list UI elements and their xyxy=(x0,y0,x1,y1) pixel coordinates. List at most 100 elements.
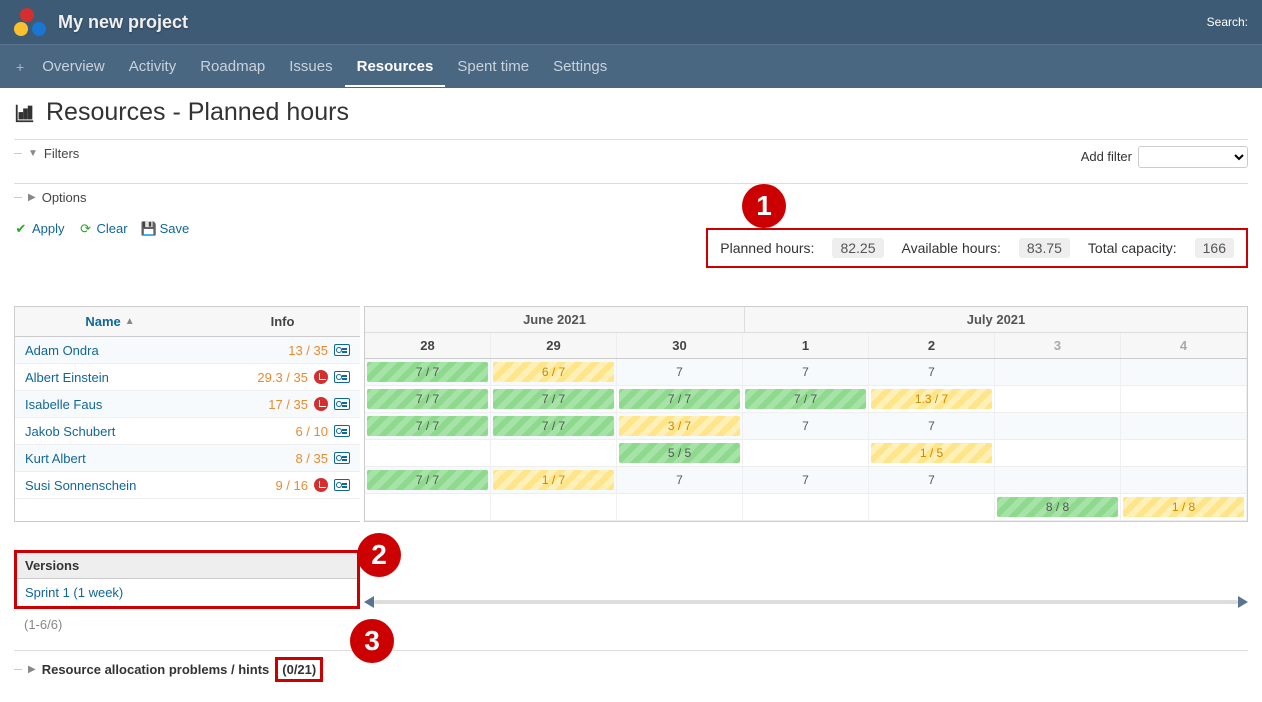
user-link[interactable]: Adam Ondra xyxy=(25,343,205,358)
timeline-cell: 7 xyxy=(743,359,869,385)
disk-icon: 💾 xyxy=(142,222,156,236)
planned-label: Planned hours: xyxy=(720,240,814,256)
user-row: Isabelle Faus 17 / 35 xyxy=(15,391,360,418)
timeline-cell xyxy=(1121,359,1247,385)
timeline-cell[interactable]: 7 / 7 xyxy=(365,359,491,385)
pagination-info: (1-6/6) xyxy=(14,609,1248,640)
chart-icon xyxy=(14,102,36,124)
timeline-grid: June 2021July 2021 2829301234 7 / 76 / 7… xyxy=(364,306,1248,522)
search-label: Search: xyxy=(1207,15,1248,29)
timeline-cell[interactable]: 8 / 8 xyxy=(995,494,1121,520)
project-title[interactable]: My new project xyxy=(58,12,188,33)
user-ratio: 29.3 / 35 xyxy=(257,370,308,385)
timeline-cell[interactable]: 1.3 / 7 xyxy=(869,386,995,412)
month-header: June 2021 xyxy=(365,307,745,332)
timeline-cell xyxy=(1121,386,1247,412)
capacity-value: 166 xyxy=(1195,238,1234,258)
day-header: 28 xyxy=(365,333,491,358)
reload-icon: ⟳ xyxy=(79,222,93,236)
hints-label[interactable]: Resource allocation problems / hints xyxy=(42,662,270,677)
user-row: Jakob Schubert 6 / 10 xyxy=(15,418,360,445)
timeline-cell: 7 xyxy=(869,467,995,493)
timeline-cell[interactable]: 1 / 8 xyxy=(1121,494,1247,520)
vcard-icon[interactable] xyxy=(334,371,350,383)
timeline-cell[interactable]: 6 / 7 xyxy=(491,359,617,385)
vcard-icon[interactable] xyxy=(334,398,350,410)
user-link[interactable]: Jakob Schubert xyxy=(25,424,205,439)
apply-button[interactable]: ✔Apply xyxy=(14,221,65,236)
nav-settings[interactable]: Settings xyxy=(541,46,619,87)
nav-spent-time[interactable]: Spent time xyxy=(445,46,541,87)
day-header: 2 xyxy=(869,333,995,358)
nav-issues[interactable]: Issues xyxy=(277,46,344,87)
timeline-cell: 7 xyxy=(869,413,995,439)
timeline-cell xyxy=(1121,440,1247,466)
month-header: July 2021 xyxy=(745,307,1247,332)
versions-box: 2 Versions Sprint 1 (1 week) xyxy=(14,550,360,609)
timeline-cell xyxy=(491,494,617,520)
timeline-cell xyxy=(995,440,1121,466)
nav-roadmap[interactable]: Roadmap xyxy=(188,46,277,87)
top-bar: My new project Search: xyxy=(0,0,1262,44)
timeline-scrollbar[interactable] xyxy=(364,595,1248,609)
day-header: 3 xyxy=(995,333,1121,358)
filters-toggle[interactable]: ▼ Filters xyxy=(14,144,79,169)
clock-icon xyxy=(314,478,328,492)
timeline-cell[interactable]: 7 / 7 xyxy=(617,386,743,412)
nav-resources[interactable]: Resources xyxy=(345,46,446,87)
hints-count: (0/21) xyxy=(275,657,323,682)
timeline-cell[interactable]: 1 / 5 xyxy=(869,440,995,466)
filters-label: Filters xyxy=(44,146,79,161)
add-icon[interactable]: + xyxy=(10,59,30,75)
timeline-cell[interactable]: 7 / 7 xyxy=(365,386,491,412)
add-filter-select[interactable] xyxy=(1138,146,1248,168)
clear-button[interactable]: ⟳Clear xyxy=(79,221,128,236)
timeline-row: 8 / 81 / 8 xyxy=(365,494,1247,521)
user-link[interactable]: Susi Sonnenschein xyxy=(25,478,205,493)
timeline-cell[interactable]: 7 / 7 xyxy=(491,413,617,439)
timeline-cell: 7 xyxy=(743,467,869,493)
day-header: 29 xyxy=(491,333,617,358)
annotation-2: 2 xyxy=(357,533,401,577)
capacity-label: Total capacity: xyxy=(1088,240,1177,256)
timeline-cell xyxy=(995,467,1121,493)
version-link[interactable]: Sprint 1 (1 week) xyxy=(17,579,357,606)
user-ratio: 9 / 16 xyxy=(275,478,308,493)
timeline-cell xyxy=(365,494,491,520)
vcard-icon[interactable] xyxy=(334,452,350,464)
timeline-row: 5 / 5 1 / 5 xyxy=(365,440,1247,467)
timeline-cell[interactable]: 7 / 7 xyxy=(365,413,491,439)
timeline-row: 7 / 76 / 7777 xyxy=(365,359,1247,386)
user-link[interactable]: Kurt Albert xyxy=(25,451,205,466)
timeline-cell xyxy=(491,440,617,466)
vcard-icon[interactable] xyxy=(334,344,350,356)
vcard-icon[interactable] xyxy=(334,425,350,437)
annotation-3: 3 xyxy=(350,619,394,663)
add-filter-label: Add filter xyxy=(1081,149,1132,164)
nav-activity[interactable]: Activity xyxy=(117,46,189,87)
user-link[interactable]: Isabelle Faus xyxy=(25,397,205,412)
timeline-cell[interactable]: 7 / 7 xyxy=(743,386,869,412)
timeline-cell[interactable]: 5 / 5 xyxy=(617,440,743,466)
user-ratio: 13 / 35 xyxy=(288,343,328,358)
save-button[interactable]: 💾Save xyxy=(142,221,190,236)
timeline-cell[interactable]: 7 / 7 xyxy=(365,467,491,493)
day-header: 30 xyxy=(617,333,743,358)
timeline-cell[interactable]: 1 / 7 xyxy=(491,467,617,493)
options-toggle[interactable]: ▶ Options xyxy=(14,188,1248,213)
sort-asc-icon: ▲ xyxy=(125,316,135,327)
timeline-cell: 7 xyxy=(617,359,743,385)
user-link[interactable]: Albert Einstein xyxy=(25,370,205,385)
user-row: Albert Einstein 29.3 / 35 xyxy=(15,364,360,391)
timeline-cell[interactable]: 3 / 7 xyxy=(617,413,743,439)
vcard-icon[interactable] xyxy=(334,479,350,491)
page-title: Resources - Planned hours xyxy=(14,98,1248,127)
available-value: 83.75 xyxy=(1019,238,1070,258)
nav-overview[interactable]: Overview xyxy=(30,46,117,87)
versions-header: Versions xyxy=(17,553,357,579)
timeline-cell[interactable]: 7 / 7 xyxy=(491,386,617,412)
chevron-right-icon[interactable]: ▶ xyxy=(28,664,36,675)
app-logo xyxy=(14,8,46,36)
info-header[interactable]: Info xyxy=(205,307,360,336)
name-header[interactable]: Name ▲ xyxy=(15,307,205,336)
